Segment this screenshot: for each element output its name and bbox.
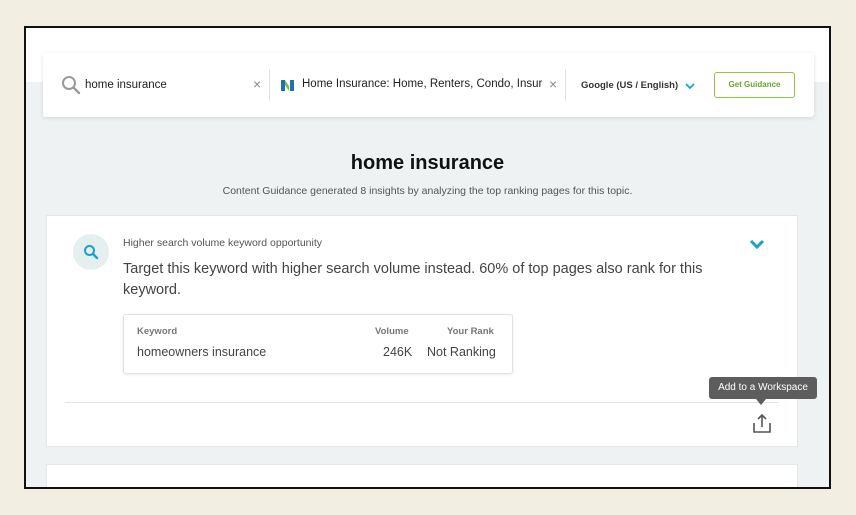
- tooltip: Add to a Workspace: [709, 377, 817, 399]
- site-favicon-icon: [281, 80, 294, 91]
- divider: [269, 69, 270, 101]
- table-cell-volume: 246K: [383, 345, 413, 359]
- url-title: Home Insurance: Home, Renters, Condo, In…: [302, 78, 542, 90]
- search-icon: [84, 245, 99, 260]
- column-header-rank: Your Rank: [447, 326, 494, 337]
- clear-query-button[interactable]: ×: [253, 75, 261, 93]
- topic-search-input[interactable]: [85, 74, 245, 96]
- app-frame: × Home Insurance: Home, Renters, Condo, …: [24, 26, 831, 489]
- insight-headline: Target this keyword with higher search v…: [123, 261, 703, 298]
- tooltip-arrow: [756, 399, 766, 405]
- share-icon[interactable]: [751, 412, 773, 434]
- divider: [565, 69, 566, 101]
- table-cell-rank: Not Ranking: [427, 345, 496, 359]
- search-bar: × Home Insurance: Home, Renters, Condo, …: [43, 53, 814, 117]
- table-cell-keyword: homeowners insurance: [137, 345, 267, 359]
- column-header-keyword: Keyword: [137, 326, 178, 337]
- insight-card: [46, 464, 798, 487]
- insight-category: Higher search volume keyword opportunity: [123, 237, 323, 249]
- chevron-down-icon[interactable]: [685, 81, 695, 91]
- search-icon: [62, 76, 81, 95]
- insight-icon-badge: [73, 234, 109, 270]
- card-divider: [65, 402, 779, 403]
- page-title: home insurance: [350, 152, 505, 174]
- clear-url-button[interactable]: ×: [549, 75, 557, 93]
- column-header-volume: Volume: [375, 326, 409, 337]
- search-engine-select[interactable]: Google (US / English): [581, 80, 678, 91]
- keyword-table: Keyword Volume Your Rank homeowners insu…: [123, 314, 513, 374]
- page-subtitle: Content Guidance generated 8 insights by…: [222, 185, 633, 197]
- get-guidance-button[interactable]: Get Guidance: [714, 72, 795, 98]
- insight-card: Higher search volume keyword opportunity…: [46, 215, 798, 447]
- collapse-chevron-icon[interactable]: [749, 238, 765, 250]
